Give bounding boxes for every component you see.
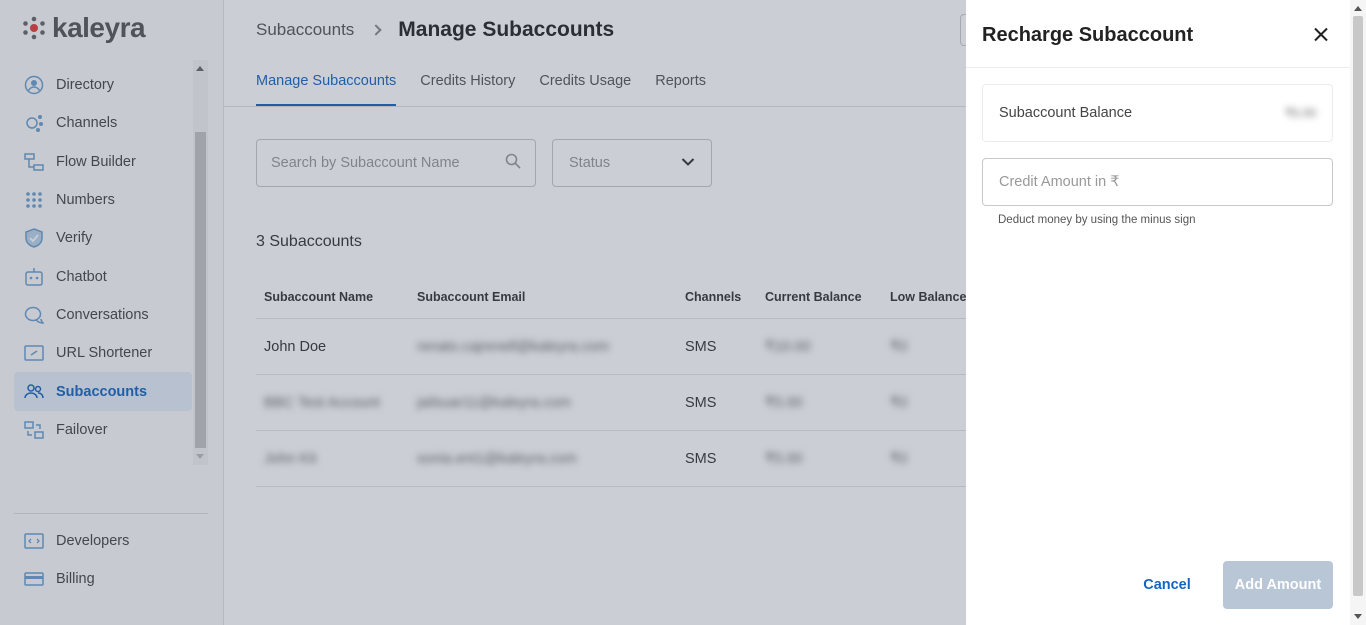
- close-icon[interactable]: [1310, 24, 1332, 46]
- modal-backdrop[interactable]: [0, 0, 966, 625]
- page-scrollbar[interactable]: [1350, 0, 1366, 625]
- recharge-drawer: Recharge Subaccount Subaccount Balance ₹…: [966, 0, 1350, 625]
- add-amount-button[interactable]: Add Amount: [1223, 561, 1333, 609]
- cancel-button[interactable]: Cancel: [1136, 561, 1198, 609]
- scroll-up-icon[interactable]: [1354, 6, 1362, 11]
- scrollbar-thumb[interactable]: [1353, 16, 1363, 596]
- balance-card: Subaccount Balance ₹5.00: [982, 84, 1333, 142]
- balance-value: ₹5.00: [1285, 106, 1316, 120]
- drawer-divider: [966, 67, 1350, 68]
- credit-amount-input[interactable]: [982, 158, 1333, 206]
- drawer-title: Recharge Subaccount: [982, 24, 1194, 46]
- balance-label: Subaccount Balance: [999, 105, 1133, 121]
- scroll-down-icon[interactable]: [1354, 614, 1362, 619]
- credit-hint: Deduct money by using the minus sign: [998, 214, 1196, 226]
